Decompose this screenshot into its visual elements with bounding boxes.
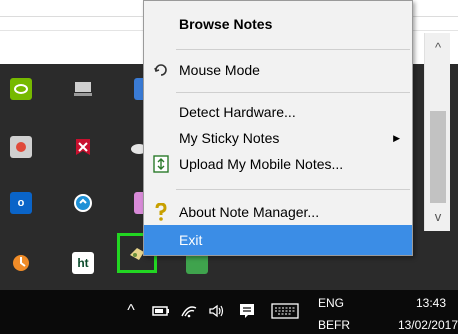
question-icon — [152, 203, 170, 221]
keyboard-layout: BEFR — [318, 318, 351, 332]
menu-separator — [176, 189, 410, 190]
submenu-arrow-icon: ▶ — [393, 132, 400, 143]
outlook-icon[interactable]: o — [10, 192, 32, 214]
menu-item-label: Browse Notes — [179, 16, 273, 32]
menu-item-browse-notes[interactable]: Browse Notes — [144, 11, 412, 37]
vertical-scrollbar[interactable]: ^ v — [424, 33, 450, 231]
menu-item-label: Mouse Mode — [179, 62, 260, 78]
menu-item-label: Upload My Mobile Notes... — [179, 156, 344, 172]
record-icon[interactable] — [10, 136, 32, 158]
update-icon[interactable] — [10, 252, 32, 274]
volume-icon[interactable] — [206, 300, 228, 322]
ht-icon[interactable]: ht — [72, 252, 94, 274]
circle-app-icon[interactable] — [72, 192, 94, 214]
keyboard-icon[interactable] — [270, 300, 300, 322]
wifi-icon[interactable] — [178, 300, 200, 322]
outlook-label: o — [17, 197, 25, 209]
upload-icon — [152, 155, 170, 173]
menu-item-label: About Note Manager... — [179, 204, 320, 220]
mouse-mode-icon — [152, 61, 170, 79]
nvidia-icon[interactable] — [10, 78, 32, 100]
clock[interactable]: 13:43 13/02/2017 — [370, 296, 458, 332]
taskbar: ^ ENG BEFR 13:43 13/02/2017 — [0, 290, 458, 334]
menu-item-upload-mobile-notes[interactable]: Upload My Mobile Notes... — [144, 151, 412, 177]
antivirus-icon[interactable] — [72, 136, 94, 158]
menu-item-label: Detect Hardware... — [179, 104, 296, 120]
menu-item-exit[interactable]: Exit — [144, 225, 412, 255]
display-icon[interactable] — [72, 78, 94, 100]
language-code: ENG — [318, 296, 345, 310]
language-indicator[interactable]: ENG BEFR — [318, 296, 350, 332]
chevron-up-icon: ^ — [127, 302, 135, 319]
menu-item-my-sticky-notes[interactable]: My Sticky Notes ▶ — [144, 125, 412, 151]
notifications-icon[interactable] — [236, 300, 258, 322]
context-menu: Browse Notes Mouse Mode Detect Hardware.… — [143, 0, 413, 256]
ht-label: ht — [77, 256, 89, 270]
show-hidden-icons-button[interactable]: ^ — [120, 300, 142, 322]
menu-item-label: My Sticky Notes — [179, 130, 280, 146]
menu-separator — [176, 49, 410, 50]
clock-time: 13:43 — [415, 296, 446, 310]
scroll-up-button[interactable]: ^ — [425, 36, 451, 58]
menu-item-detect-hardware[interactable]: Detect Hardware... — [144, 99, 412, 125]
menu-item-about-note-manager[interactable]: About Note Manager... — [144, 199, 412, 225]
scroll-down-button[interactable]: v — [425, 205, 451, 227]
power-icon[interactable] — [150, 300, 172, 322]
clock-date: 13/02/2017 — [397, 318, 458, 332]
menu-item-label: Exit — [179, 232, 203, 248]
scroll-thumb[interactable] — [430, 111, 446, 203]
menu-item-mouse-mode[interactable]: Mouse Mode — [144, 57, 412, 83]
menu-separator — [176, 92, 410, 93]
